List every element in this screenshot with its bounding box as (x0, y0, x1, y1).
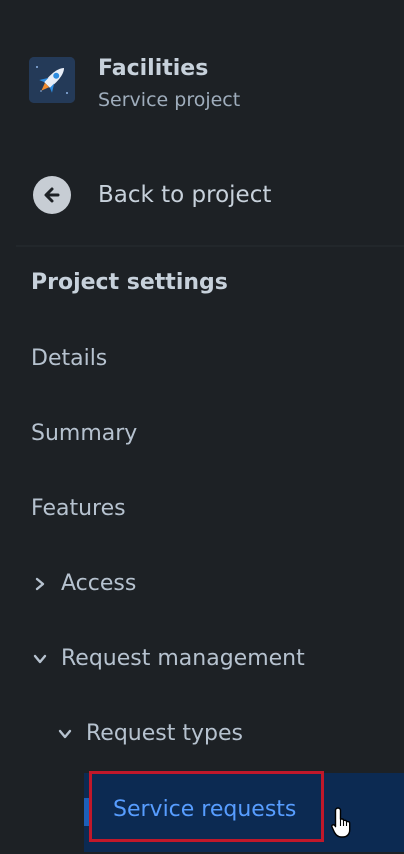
nav-item-label: Request management (61, 646, 305, 671)
chevron-down-icon[interactable] (56, 725, 74, 743)
nav-item-request-types[interactable]: Request types (56, 721, 243, 746)
project-settings-heading: Project settings (31, 270, 228, 295)
nav-item-label: Access (61, 571, 137, 596)
nav-item-request-management[interactable]: Request management (31, 646, 305, 671)
project-header[interactable]: Facilities Service project (29, 56, 240, 115)
project-name: Facilities (98, 56, 209, 81)
divider (16, 245, 404, 247)
rocket-icon (29, 57, 75, 103)
hand-cursor-icon (331, 806, 355, 844)
chevron-right-icon[interactable] (31, 575, 49, 593)
project-type: Service project (98, 89, 241, 111)
nav-item-summary[interactable]: Summary (31, 421, 137, 446)
nav-item-features[interactable]: Features (31, 496, 126, 521)
nav-item-access[interactable]: Access (31, 571, 136, 596)
back-to-project-label: Back to project (98, 182, 272, 208)
project-sidebar: Facilities Service project Back to proje… (0, 0, 404, 854)
nav-item-label: Request types (86, 721, 243, 746)
nav-item-details[interactable]: Details (31, 346, 107, 371)
nav-item-label: Details (31, 346, 108, 371)
project-text: Facilities Service project (98, 56, 240, 115)
back-to-project-link[interactable]: Back to project (33, 176, 271, 214)
arrow-left-icon (33, 176, 71, 214)
nav-item-label: Features (31, 496, 126, 521)
nav-item-label: Summary (31, 421, 138, 446)
chevron-down-icon[interactable] (31, 650, 49, 668)
nav-item-label-service-requests[interactable]: Service requests (113, 797, 296, 822)
